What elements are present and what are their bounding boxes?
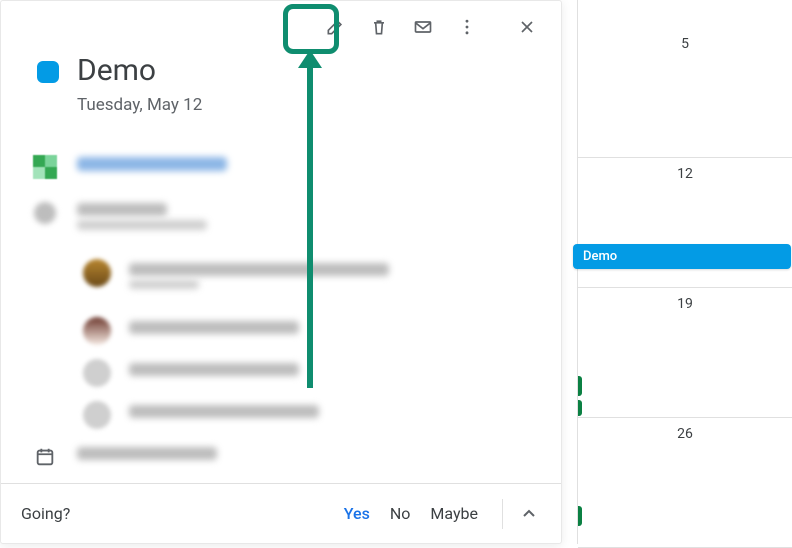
guest-row[interactable] — [83, 359, 541, 387]
calendar-day-number: 26 — [578, 418, 792, 442]
event-color-swatch — [37, 61, 59, 83]
calendar-event-tick — [578, 506, 582, 526]
conference-row[interactable] — [31, 153, 541, 181]
calendar-event-tick — [578, 400, 582, 416]
calendar-event-tick — [578, 376, 582, 396]
rsvp-separator — [502, 499, 503, 529]
conference-link[interactable] — [77, 157, 227, 171]
delete-button[interactable] — [359, 9, 399, 49]
more-options-button[interactable] — [447, 9, 487, 49]
close-icon — [517, 17, 537, 41]
calendar-day-number: 12 — [578, 158, 792, 182]
calendar-cell[interactable]: 5 — [578, 28, 792, 158]
calendar-cell[interactable]: 26 — [578, 418, 792, 548]
event-details-card: Demo Tuesday, May 12 — [0, 0, 562, 544]
meet-icon — [31, 153, 59, 181]
rsvp-no[interactable]: No — [390, 504, 411, 523]
rsvp-maybe[interactable]: Maybe — [430, 504, 478, 523]
edit-button[interactable] — [315, 9, 355, 49]
more-icon — [457, 17, 477, 41]
calendar-icon — [31, 443, 59, 471]
event-date: Tuesday, May 12 — [77, 95, 202, 115]
calendar-day-number: 19 — [578, 288, 792, 312]
guest-row[interactable] — [83, 317, 541, 345]
guest-row[interactable] — [83, 401, 541, 429]
chevron-up-icon — [517, 511, 541, 530]
calendar-cell[interactable]: 12 Demo — [578, 158, 792, 288]
mail-icon — [413, 17, 433, 41]
event-title: Demo — [77, 53, 156, 88]
close-button[interactable] — [507, 9, 547, 49]
avatar — [83, 259, 111, 287]
rsvp-bar: Going? Yes No Maybe — [1, 483, 561, 543]
calendar-cell[interactable]: 19 — [578, 288, 792, 418]
avatar — [83, 401, 111, 429]
rsvp-question: Going? — [21, 504, 70, 523]
rsvp-more-button[interactable] — [517, 502, 541, 526]
guest-row[interactable] — [83, 259, 541, 293]
calendar-event-chip[interactable]: Demo — [573, 244, 791, 269]
avatar — [83, 317, 111, 345]
people-icon — [31, 199, 59, 227]
edit-icon — [325, 17, 345, 41]
avatar — [83, 359, 111, 387]
delete-icon — [369, 17, 389, 41]
calendar-row — [31, 443, 541, 471]
email-guests-button[interactable] — [403, 9, 443, 49]
calendar-grid: 5 12 Demo 19 26 — [577, 0, 792, 544]
calendar-day-number: 5 — [578, 28, 792, 52]
guests-summary-row — [31, 199, 541, 234]
rsvp-yes[interactable]: Yes — [344, 504, 370, 523]
event-toolbar — [315, 9, 547, 49]
